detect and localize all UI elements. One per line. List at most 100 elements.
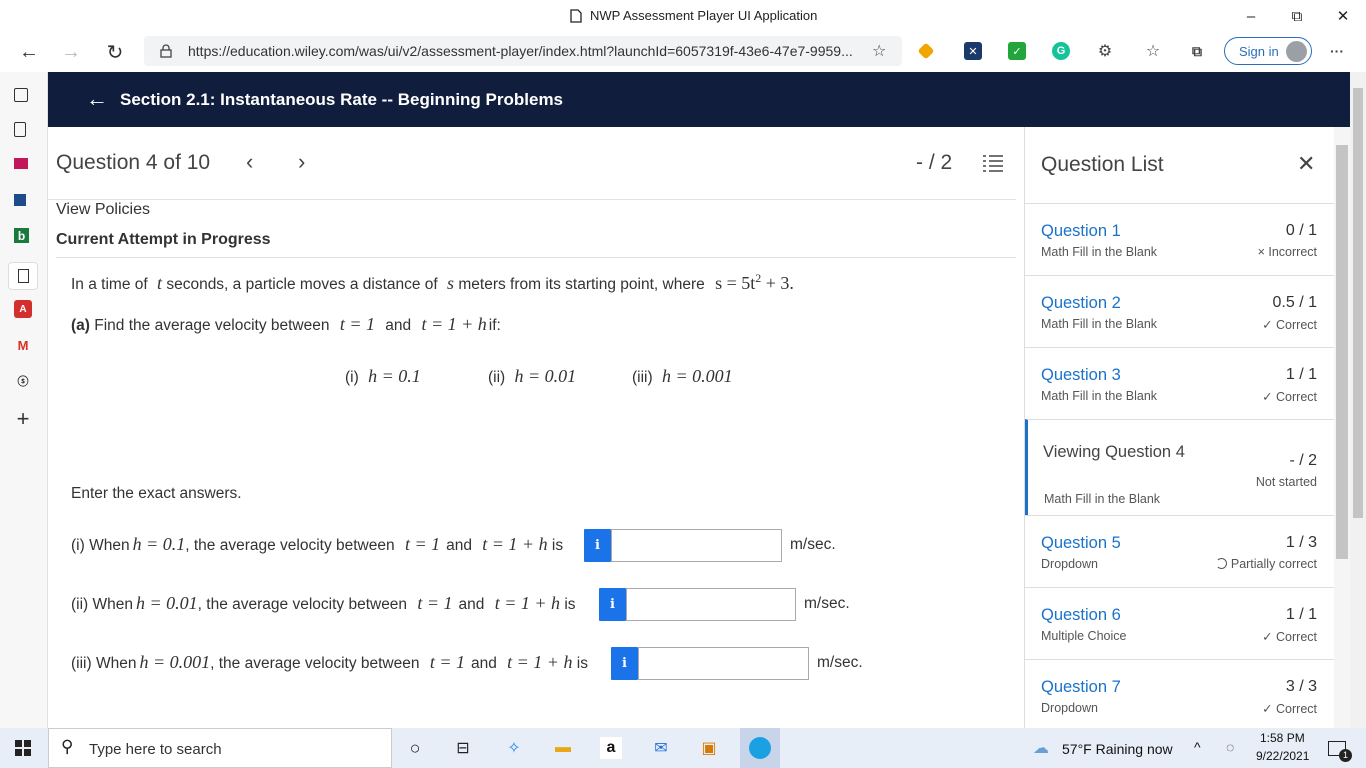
people-icon[interactable]: ⓢ <box>14 372 32 390</box>
favorites-icon[interactable]: ☆ <box>1144 42 1162 60</box>
tabs-icon[interactable] <box>14 88 28 102</box>
case-expr: h = 0.001 <box>661 366 733 386</box>
store-icon[interactable]: ▣ <box>698 737 720 759</box>
tray-chevron-icon[interactable]: ^ <box>1194 739 1201 755</box>
question-list-item[interactable]: Question 7 Dropdown 3 / 3 ✓ Correct <box>1025 659 1334 728</box>
cortana-icon[interactable]: ○ <box>404 737 426 759</box>
unit-label: m/sec. <box>804 595 850 612</box>
close-icon[interactable]: ✕ <box>1297 151 1315 177</box>
forward-arrow-icon[interactable]: → <box>56 38 86 66</box>
minimize-button[interactable]: – <box>1228 4 1274 28</box>
answer-text: (i) When <box>71 537 130 554</box>
window-title: NWP Assessment Player UI Application <box>570 8 817 23</box>
mail-icon[interactable] <box>14 158 28 169</box>
question-list-item[interactable]: Question 1 Math Fill in the Blank 0 / 1 … <box>1025 203 1334 275</box>
previous-question-icon[interactable]: ‹ <box>246 149 253 175</box>
extension-x-icon[interactable]: ✕ <box>964 42 982 60</box>
info-button[interactable]: i <box>611 647 638 680</box>
question-status: Not started <box>1255 475 1317 489</box>
part-a-text: if: <box>488 317 501 334</box>
close-window-button[interactable]: ✕ <box>1320 4 1366 28</box>
more-menu-icon[interactable]: ··· <box>1328 42 1346 60</box>
back-arrow-icon[interactable]: ← <box>14 38 44 66</box>
file-explorer-icon[interactable]: ▬ <box>552 737 574 759</box>
gmail-icon[interactable]: M <box>14 336 32 354</box>
avatar <box>1286 41 1307 62</box>
answer-text: is <box>564 596 576 613</box>
answer-text: is <box>551 537 564 554</box>
answer-text: is <box>576 655 588 672</box>
clock-time[interactable]: 1:58 PM <box>1260 731 1305 745</box>
question-points: 3 / 3 <box>1285 678 1317 695</box>
question-type: Math Fill in the Blank <box>1041 389 1158 403</box>
question-panel: Question 4 of 10 ‹ › - / 2 View Policies… <box>48 127 1024 728</box>
search-icon: ⚲ <box>61 737 74 756</box>
answer-text: , the average velocity between <box>210 655 420 672</box>
question-list-item[interactable]: Question 3 Math Fill in the Blank 1 / 1 … <box>1025 347 1334 419</box>
mail-icon[interactable]: ✉ <box>650 737 672 759</box>
math-expr: t = 1 + h <box>507 652 573 672</box>
divider <box>48 199 1016 200</box>
back-arrow-icon[interactable]: ← <box>86 86 108 112</box>
answer-input-1[interactable] <box>611 529 782 562</box>
question-type: Dropdown <box>1041 701 1098 715</box>
edge-icon[interactable] <box>740 728 780 768</box>
taskbar-search[interactable]: ⚲ Type here to search <box>48 728 392 768</box>
statement-text: seconds, a particle moves a distance of <box>166 276 438 293</box>
case-item: (iii) h = 0.001 <box>632 366 733 387</box>
browser-sidebar: b A M ⓢ + <box>0 72 48 728</box>
task-view-icon[interactable]: ⊟ <box>452 737 474 759</box>
extension-check-icon[interactable]: ✓ <box>1008 42 1026 60</box>
collections-icon[interactable]: ⧉ <box>1188 42 1206 60</box>
question-status: ✓ Correct <box>1262 702 1317 716</box>
question-list-item[interactable]: Question 6 Multiple Choice 1 / 1 ✓ Corre… <box>1025 587 1334 659</box>
case-item: (i) h = 0.1 <box>345 366 421 387</box>
windows-start-icon[interactable] <box>12 737 34 759</box>
next-question-icon[interactable]: › <box>298 149 305 175</box>
favorite-add-icon[interactable]: ☆ <box>872 41 886 61</box>
restore-button[interactable]: ⧉ <box>1274 4 1320 28</box>
answer-input-3[interactable] <box>638 647 809 680</box>
app-a-icon[interactable]: A <box>14 300 32 318</box>
question-type: Math Fill in the Blank <box>1041 245 1158 259</box>
problem-statement: In a time of t seconds, a particle moves… <box>71 271 794 294</box>
active-page-icon[interactable] <box>8 262 38 290</box>
app-b-icon[interactable]: b <box>14 228 29 243</box>
case-label: (i) <box>345 369 359 386</box>
question-points: 1 / 3 <box>1285 534 1317 551</box>
formula-rhs: + 3. <box>765 273 794 293</box>
scrollbar-thumb[interactable] <box>1336 145 1348 559</box>
amazon-icon[interactable]: a <box>600 737 622 759</box>
info-button[interactable]: i <box>584 529 611 562</box>
app-icon[interactable] <box>14 194 26 206</box>
address-bar[interactable]: https://education.wiley.com/was/ui/v2/as… <box>144 36 902 66</box>
formula-exponent: 2 <box>755 271 762 285</box>
network-icon[interactable]: ◌ <box>1226 739 1234 755</box>
grammarly-icon[interactable]: G <box>1052 42 1070 60</box>
statement-text: meters from its starting point, where <box>458 276 705 293</box>
question-list-scrollbar[interactable] <box>1334 127 1350 728</box>
info-button[interactable]: i <box>599 588 626 621</box>
sign-in-button[interactable]: Sign in <box>1224 37 1312 65</box>
add-icon[interactable]: + <box>14 406 32 431</box>
question-list-item-current[interactable]: Viewing Question 4 Math Fill in the Blan… <box>1025 419 1334 515</box>
vscode-icon[interactable]: ✧ <box>503 737 525 759</box>
document-icon[interactable] <box>14 122 26 137</box>
attempt-status: Current Attempt in Progress <box>56 231 271 248</box>
question-list-icon[interactable] <box>982 153 1004 173</box>
refresh-icon[interactable]: ↻ <box>100 38 130 66</box>
question-name: Viewing Question 4 <box>1043 443 1185 461</box>
extensions-puzzle-icon[interactable]: ⚙ <box>1096 42 1114 60</box>
scrollbar-thumb[interactable] <box>1353 88 1363 518</box>
view-policies-link[interactable]: View Policies <box>56 201 150 219</box>
question-type: Multiple Choice <box>1041 629 1127 643</box>
clock-date[interactable]: 9/22/2021 <box>1256 749 1309 763</box>
assessment-header: ← Section 2.1: Instantaneous Rate -- Beg… <box>48 72 1350 127</box>
case-label: (iii) <box>632 369 653 386</box>
question-list-item[interactable]: Question 5 Dropdown 1 / 3 Partially corr… <box>1025 515 1334 587</box>
question-list-item[interactable]: Question 2 Math Fill in the Blank 0.5 / … <box>1025 275 1334 347</box>
var-t: t <box>157 273 163 293</box>
page-scrollbar[interactable] <box>1350 72 1366 728</box>
notification-icon[interactable]: 1 <box>1326 737 1352 762</box>
answer-input-2[interactable] <box>626 588 796 621</box>
